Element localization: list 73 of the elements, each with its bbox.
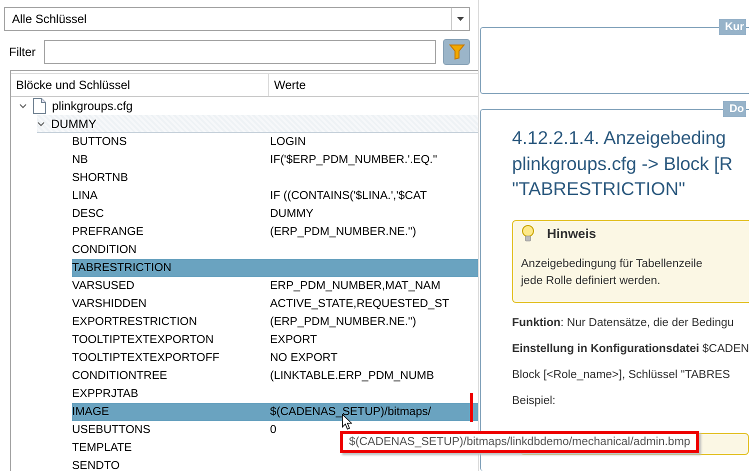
tree-row[interactable]: SENDTO — [72, 457, 478, 471]
panel-legend: Kur — [719, 19, 746, 35]
tree-row[interactable]: CONDITION — [72, 241, 478, 259]
note-title: Hinweis — [547, 226, 596, 241]
value-cell: $(CADENAS_SETUP)/bitmaps/ — [270, 406, 432, 418]
doc-paragraph: Einstellung in Konfigurationsdatei $CADEN — [512, 342, 749, 354]
value-cell: IF('$ERP_PDM_NUMBER.'.EQ.'' — [270, 154, 438, 166]
value-cell: ACTIVE_STATE,REQUESTED_ST — [270, 298, 450, 310]
tree-row[interactable]: BUTTONS LOGIN — [72, 133, 478, 151]
dropdown-arrow-icon — [457, 17, 464, 21]
value-cell: (ERP_PDM_NUMBER.NE.'') — [270, 316, 416, 328]
filter-label: Filter — [8, 45, 37, 59]
tree-row[interactable]: CONDITIONTREE (LINKTABLE.ERP_PDM_NUMB — [72, 367, 478, 385]
key-cell-text: BUTTONS — [72, 136, 128, 148]
key-cell-text: IMAGE — [72, 406, 110, 418]
file-icon — [33, 98, 46, 114]
tree-row[interactable]: TABRESTRICTION — [72, 259, 478, 277]
tree-item[interactable]: plinkgroups.cfg — [52, 99, 133, 113]
tree-row[interactable]: LINA IF ((CONTAINS('$LINA.','$CAT — [72, 187, 478, 205]
tree-row[interactable]: DUMMY — [37, 115, 478, 133]
tree-row[interactable]: IMAGE $(CADENAS_SETUP)/bitmaps/ — [72, 403, 478, 421]
key-cell-text: CONDITIONTREE — [72, 370, 168, 382]
key-cell-text: USEBUTTONS — [72, 424, 152, 436]
key-dropdown[interactable]: Alle Schlüssel — [4, 7, 470, 31]
key-cell-text: DESC — [72, 208, 105, 220]
key-cell-text: SENDTO — [72, 460, 121, 471]
tree-row[interactable]: DESC DUMMY — [72, 205, 478, 223]
key-cell-text: TABRESTRICTION — [72, 262, 172, 274]
chevron-down-icon[interactable] — [37, 120, 45, 128]
key-cell-text: SHORTNB — [72, 172, 130, 184]
value-cell: IF ((CONTAINS('$LINA.','$CAT — [270, 190, 427, 202]
value-cell: NO EXPORT — [270, 352, 338, 364]
doc-paragraph: Beispiel: — [512, 394, 556, 406]
funnel-icon — [448, 44, 464, 60]
doc-paragraph: Block [<Role_name>], Schlüssel "TABRES — [512, 368, 731, 380]
key-cell-text: VARSUSED — [72, 280, 136, 292]
value-cell: 0 — [270, 424, 276, 436]
value-cell: DUMMY — [270, 208, 314, 220]
key-cell-text: NB — [72, 154, 89, 166]
highlight-marker — [470, 393, 473, 422]
panel-legend: Do — [723, 101, 746, 117]
key-cell-text: EXPORTRESTRICTION — [72, 316, 198, 328]
key-cell-text: TOOLTIPTEXTEXPORTOFF — [72, 352, 220, 364]
column-header[interactable]: Blöcke und Schlüssel — [11, 74, 269, 96]
tree-row[interactable]: TOOLTIPTEXTEXPORTOFF NO EXPORT — [72, 349, 478, 367]
value-cell: EXPORT — [270, 334, 318, 346]
tree-row[interactable]: EXPORTRESTRICTION (ERP_PDM_NUMBER.NE.'') — [72, 313, 478, 331]
chevron-down-icon[interactable] — [19, 102, 27, 110]
tooltip: $(CADENAS_SETUP)/bitmaps/linkdbdemo/mechanical/admin.bmp — [340, 431, 700, 453]
key-cell-text: TOOLTIPTEXTEXPORTON — [72, 334, 215, 346]
tree-row[interactable]: NB IF('$ERP_PDM_NUMBER.'.EQ.'' — [72, 151, 478, 169]
note-text: Anzeigebedingung für Tabellenzeile jede Rolle definiert werden. — [521, 256, 704, 288]
doc-paragraph: Funktion: Nur Datensätze, die der Bedingu — [512, 316, 735, 328]
tree-row[interactable]: EXPPRJTAB — [72, 385, 478, 403]
tree-row[interactable]: VARSUSED ERP_PDM_NUMBER,MAT_NAM — [72, 277, 478, 295]
key-cell-text: EXPPRJTAB — [72, 388, 140, 400]
value-cell: ERP_PDM_NUMBER,MAT_NAM — [270, 280, 440, 292]
lightbulb-icon — [521, 225, 535, 242]
value-cell: (ERP_PDM_NUMBER.NE.'') — [270, 226, 416, 238]
tree-row[interactable]: PREFRANGE (ERP_PDM_NUMBER.NE.'') — [72, 223, 478, 241]
column-header[interactable]: Werte — [269, 74, 478, 96]
tree-row[interactable]: TOOLTIPTEXTEXPORTON EXPORT — [72, 331, 478, 349]
key-cell-text: VARSHIDDEN — [72, 298, 148, 310]
tree-row[interactable]: VARSHIDDEN ACTIVE_STATE,REQUESTED_ST — [72, 295, 478, 313]
tree-row[interactable]: SHORTNB — [72, 169, 478, 187]
key-cell-text: LINA — [72, 190, 99, 202]
value-cell: (LINKTABLE.ERP_PDM_NUMB — [270, 370, 434, 382]
key-cell-text: CONDITION — [72, 244, 138, 256]
key-cell-text: PREFRANGE — [72, 226, 145, 238]
doc-heading: 4.12.2.1.4. Anzeigebeding plinkgroups.cfg -> Block [R "TABRESTRICTION" — [512, 126, 734, 201]
tree-item[interactable]: DUMMY — [51, 116, 96, 130]
filter-field[interactable] — [44, 40, 436, 64]
value-cell: LOGIN — [270, 136, 306, 148]
